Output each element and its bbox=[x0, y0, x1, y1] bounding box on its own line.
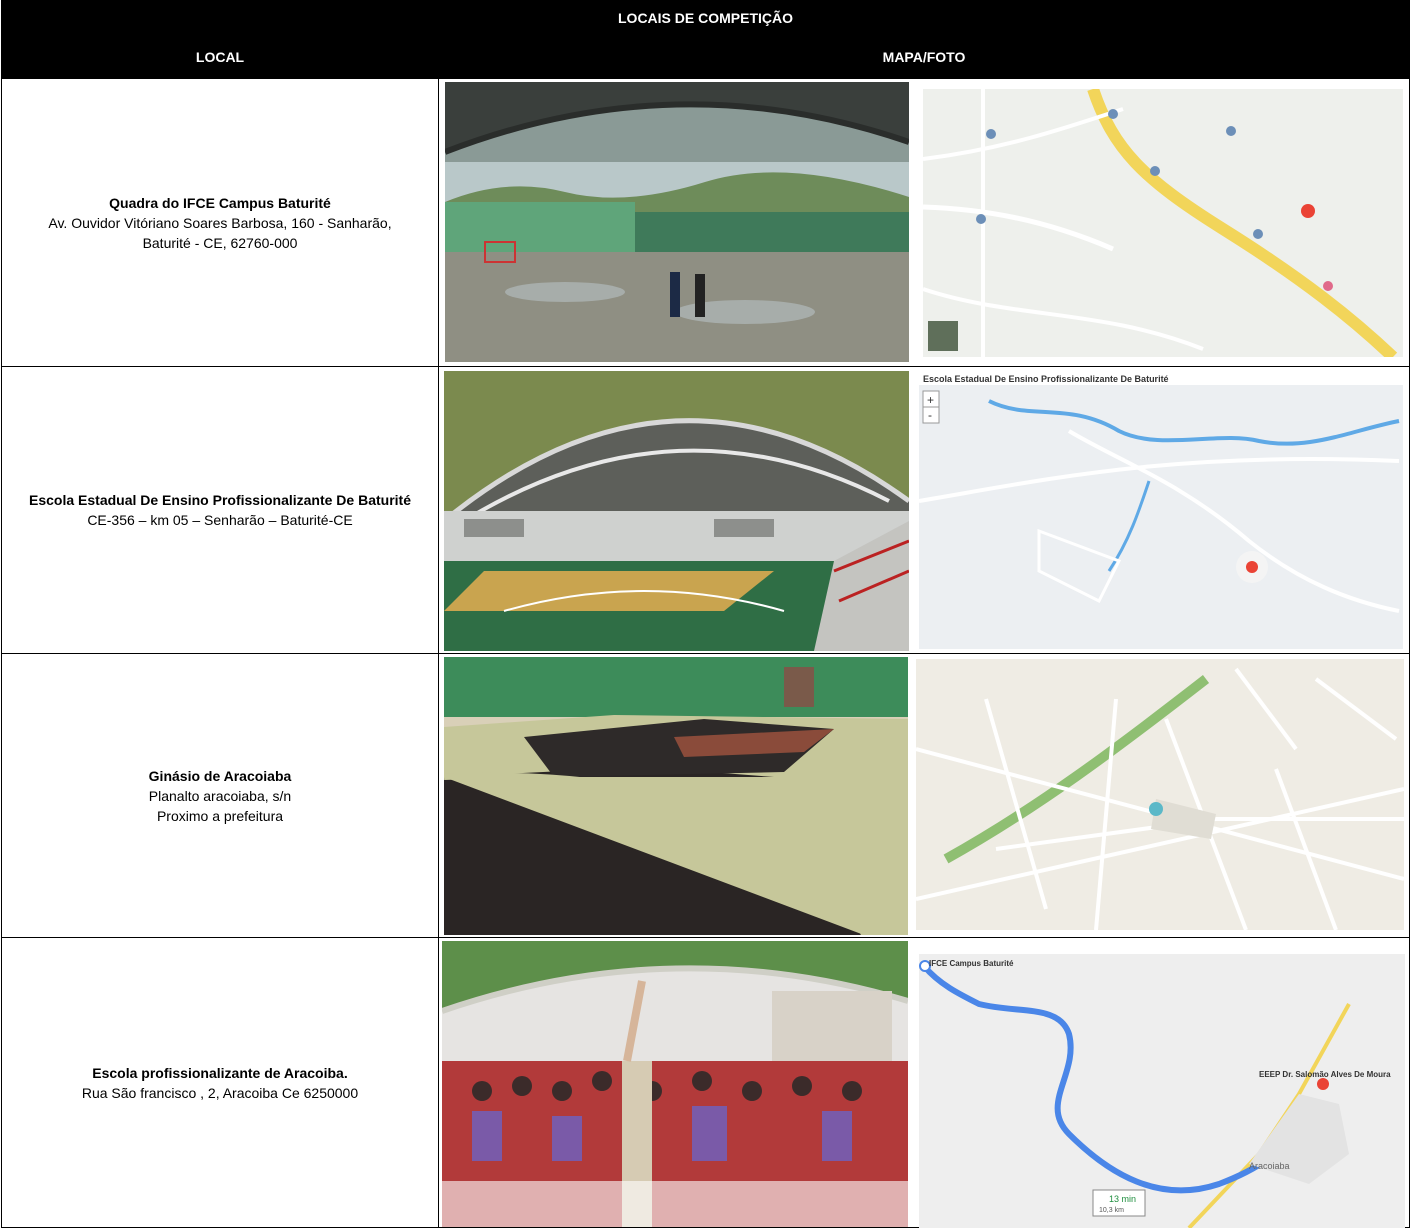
map-town-label: Aracoiaba bbox=[1249, 1161, 1290, 1171]
table-row: Escola Estadual De Ensino Profissionaliz… bbox=[1, 366, 1410, 654]
venue-name: Escola Estadual De Ensino Profissionaliz… bbox=[29, 492, 411, 508]
venue-cell: Escola Estadual De Ensino Profissionaliz… bbox=[1, 366, 439, 654]
table-title-row: LOCAIS DE COMPETIÇÃO bbox=[0, 0, 1410, 35]
column-header-map: MAPA/FOTO bbox=[437, 34, 1410, 79]
media-cell bbox=[437, 653, 1410, 938]
table-row: Ginásio de Aracoiaba Planalto aracoiaba,… bbox=[1, 653, 1410, 938]
route-duration: 13 min bbox=[1109, 1194, 1136, 1204]
location-map: 13 min 10,3 km IFCE Campus Baturité EEEP… bbox=[919, 954, 1405, 1228]
venue-cell: Ginásio de Aracoiaba Planalto aracoiaba,… bbox=[1, 653, 439, 938]
venue-cell: Escola profissionalizante de Aracoiba. R… bbox=[1, 937, 439, 1228]
venue-photo bbox=[445, 82, 909, 362]
venue-address-line: Rua São francisco , 2, Aracoiba Ce 62500… bbox=[81, 1084, 359, 1101]
venue-cell: Quadra do IFCE Campus Baturité Av. Ouvid… bbox=[1, 78, 439, 367]
table-row: Quadra do IFCE Campus Baturité Av. Ouvid… bbox=[1, 78, 1410, 367]
location-map: Escola Estadual De Ensino Profissionaliz… bbox=[919, 371, 1403, 649]
route-destination-label: EEEP Dr. Salomão Alves De Moura bbox=[1259, 1070, 1391, 1079]
venue-address-line: CE-356 – km 05 – Senharão – Baturité-CE bbox=[87, 512, 353, 528]
column-header-row: LOCAL MAPA/FOTO bbox=[1, 34, 1410, 79]
venue-photo bbox=[444, 371, 909, 651]
venues-table: LOCAIS DE COMPETIÇÃO LOCAL MAPA/FOTO Qua… bbox=[0, 0, 1410, 1228]
column-header-local: LOCAL bbox=[1, 34, 439, 79]
svg-text:+: + bbox=[927, 393, 934, 407]
media-cell: Escola Estadual De Ensino Profissionaliz… bbox=[437, 366, 1410, 654]
route-distance: 10,3 km bbox=[1099, 1207, 1124, 1214]
media-cell: 13 min 10,3 km IFCE Campus Baturité EEEP… bbox=[437, 937, 1410, 1228]
venue-name: Escola profissionalizante de Aracoiba. bbox=[92, 1064, 348, 1081]
venue-address-line: Baturité - CE, 62760-000 bbox=[142, 234, 298, 251]
svg-text:-: - bbox=[928, 408, 932, 422]
competition-venues-page: LOCAIS DE COMPETIÇÃO LOCAL MAPA/FOTO Qua… bbox=[0, 0, 1410, 1228]
location-map bbox=[916, 659, 1404, 930]
media-cell bbox=[437, 78, 1410, 367]
map-title: Escola Estadual De Ensino Profissionaliz… bbox=[923, 374, 1169, 384]
venue-name: Quadra do IFCE Campus Baturité bbox=[109, 194, 331, 211]
route-origin-label: IFCE Campus Baturité bbox=[929, 959, 1014, 968]
table-title: LOCAIS DE COMPETIÇÃO bbox=[0, 0, 1410, 35]
table-row: Escola profissionalizante de Aracoiba. R… bbox=[1, 937, 1410, 1228]
location-map bbox=[923, 89, 1403, 357]
venue-photo bbox=[442, 941, 908, 1227]
venue-photo bbox=[444, 657, 908, 935]
venue-address-line: Planalto aracoiaba, s/n bbox=[148, 787, 292, 804]
venue-address-line: Av. Ouvidor Vitóriano Soares Barbosa, 16… bbox=[48, 214, 392, 231]
venue-address-line: Proximo a prefeitura bbox=[156, 807, 284, 824]
venue-name: Ginásio de Aracoiaba bbox=[148, 767, 292, 784]
